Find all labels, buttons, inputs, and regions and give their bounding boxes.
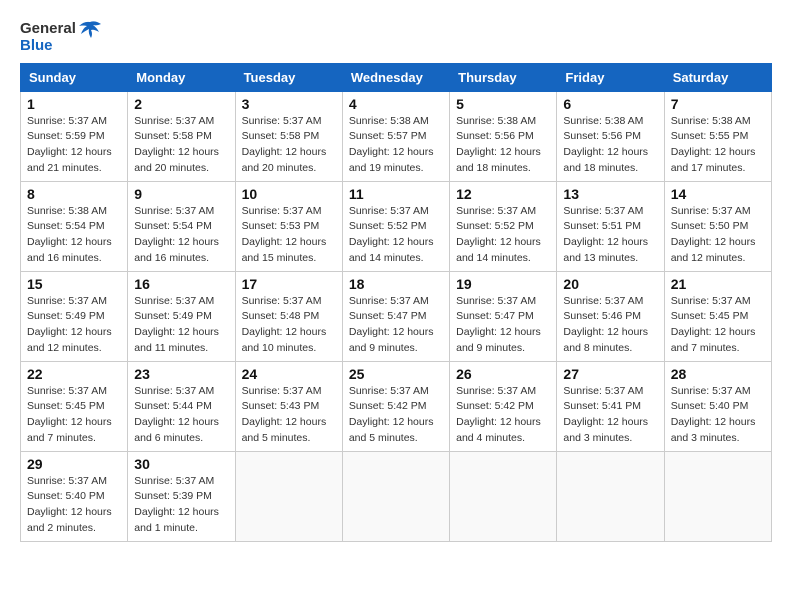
weekday-header-monday: Monday	[128, 63, 235, 91]
weekday-header-friday: Friday	[557, 63, 664, 91]
week-row-2: 8Sunrise: 5:38 AMSunset: 5:54 PMDaylight…	[21, 181, 772, 271]
week-row-1: 1Sunrise: 5:37 AMSunset: 5:59 PMDaylight…	[21, 91, 772, 181]
calendar-day-8: 8Sunrise: 5:38 AMSunset: 5:54 PMDaylight…	[21, 181, 128, 271]
calendar-day-9: 9Sunrise: 5:37 AMSunset: 5:54 PMDaylight…	[128, 181, 235, 271]
weekday-header-thursday: Thursday	[450, 63, 557, 91]
logo-blue-text: Blue	[20, 38, 53, 55]
weekday-header-wednesday: Wednesday	[342, 63, 449, 91]
logo-general-text: General	[20, 21, 76, 38]
week-row-5: 29Sunrise: 5:37 AMSunset: 5:40 PMDayligh…	[21, 451, 772, 541]
calendar-day-7: 7Sunrise: 5:38 AMSunset: 5:55 PMDaylight…	[664, 91, 771, 181]
calendar-day-22: 22Sunrise: 5:37 AMSunset: 5:45 PMDayligh…	[21, 361, 128, 451]
calendar-day-10: 10Sunrise: 5:37 AMSunset: 5:53 PMDayligh…	[235, 181, 342, 271]
calendar-day-24: 24Sunrise: 5:37 AMSunset: 5:43 PMDayligh…	[235, 361, 342, 451]
calendar-day-28: 28Sunrise: 5:37 AMSunset: 5:40 PMDayligh…	[664, 361, 771, 451]
week-row-4: 22Sunrise: 5:37 AMSunset: 5:45 PMDayligh…	[21, 361, 772, 451]
calendar-day-5: 5Sunrise: 5:38 AMSunset: 5:56 PMDaylight…	[450, 91, 557, 181]
calendar-day-26: 26Sunrise: 5:37 AMSunset: 5:42 PMDayligh…	[450, 361, 557, 451]
calendar-day-12: 12Sunrise: 5:37 AMSunset: 5:52 PMDayligh…	[450, 181, 557, 271]
calendar-day-empty	[557, 451, 664, 541]
logo: General Blue	[20, 20, 101, 55]
calendar-day-19: 19Sunrise: 5:37 AMSunset: 5:47 PMDayligh…	[450, 271, 557, 361]
calendar-day-14: 14Sunrise: 5:37 AMSunset: 5:50 PMDayligh…	[664, 181, 771, 271]
weekday-header-row: SundayMondayTuesdayWednesdayThursdayFrid…	[21, 63, 772, 91]
calendar-day-13: 13Sunrise: 5:37 AMSunset: 5:51 PMDayligh…	[557, 181, 664, 271]
calendar-day-17: 17Sunrise: 5:37 AMSunset: 5:48 PMDayligh…	[235, 271, 342, 361]
calendar-day-11: 11Sunrise: 5:37 AMSunset: 5:52 PMDayligh…	[342, 181, 449, 271]
week-row-3: 15Sunrise: 5:37 AMSunset: 5:49 PMDayligh…	[21, 271, 772, 361]
calendar-table: SundayMondayTuesdayWednesdayThursdayFrid…	[20, 63, 772, 542]
calendar-day-29: 29Sunrise: 5:37 AMSunset: 5:40 PMDayligh…	[21, 451, 128, 541]
logo-bird-icon	[79, 20, 101, 38]
page-header: General Blue	[20, 20, 772, 55]
calendar-day-empty	[235, 451, 342, 541]
calendar-day-empty	[664, 451, 771, 541]
calendar-day-21: 21Sunrise: 5:37 AMSunset: 5:45 PMDayligh…	[664, 271, 771, 361]
weekday-header-tuesday: Tuesday	[235, 63, 342, 91]
calendar-day-25: 25Sunrise: 5:37 AMSunset: 5:42 PMDayligh…	[342, 361, 449, 451]
calendar-day-4: 4Sunrise: 5:38 AMSunset: 5:57 PMDaylight…	[342, 91, 449, 181]
calendar-day-1: 1Sunrise: 5:37 AMSunset: 5:59 PMDaylight…	[21, 91, 128, 181]
calendar-day-6: 6Sunrise: 5:38 AMSunset: 5:56 PMDaylight…	[557, 91, 664, 181]
weekday-header-sunday: Sunday	[21, 63, 128, 91]
weekday-header-saturday: Saturday	[664, 63, 771, 91]
calendar-day-16: 16Sunrise: 5:37 AMSunset: 5:49 PMDayligh…	[128, 271, 235, 361]
calendar-day-18: 18Sunrise: 5:37 AMSunset: 5:47 PMDayligh…	[342, 271, 449, 361]
calendar-day-3: 3Sunrise: 5:37 AMSunset: 5:58 PMDaylight…	[235, 91, 342, 181]
calendar-day-23: 23Sunrise: 5:37 AMSunset: 5:44 PMDayligh…	[128, 361, 235, 451]
calendar-day-empty	[342, 451, 449, 541]
calendar-day-30: 30Sunrise: 5:37 AMSunset: 5:39 PMDayligh…	[128, 451, 235, 541]
calendar-day-empty	[450, 451, 557, 541]
calendar-day-15: 15Sunrise: 5:37 AMSunset: 5:49 PMDayligh…	[21, 271, 128, 361]
calendar-day-27: 27Sunrise: 5:37 AMSunset: 5:41 PMDayligh…	[557, 361, 664, 451]
calendar-day-2: 2Sunrise: 5:37 AMSunset: 5:58 PMDaylight…	[128, 91, 235, 181]
calendar-day-20: 20Sunrise: 5:37 AMSunset: 5:46 PMDayligh…	[557, 271, 664, 361]
